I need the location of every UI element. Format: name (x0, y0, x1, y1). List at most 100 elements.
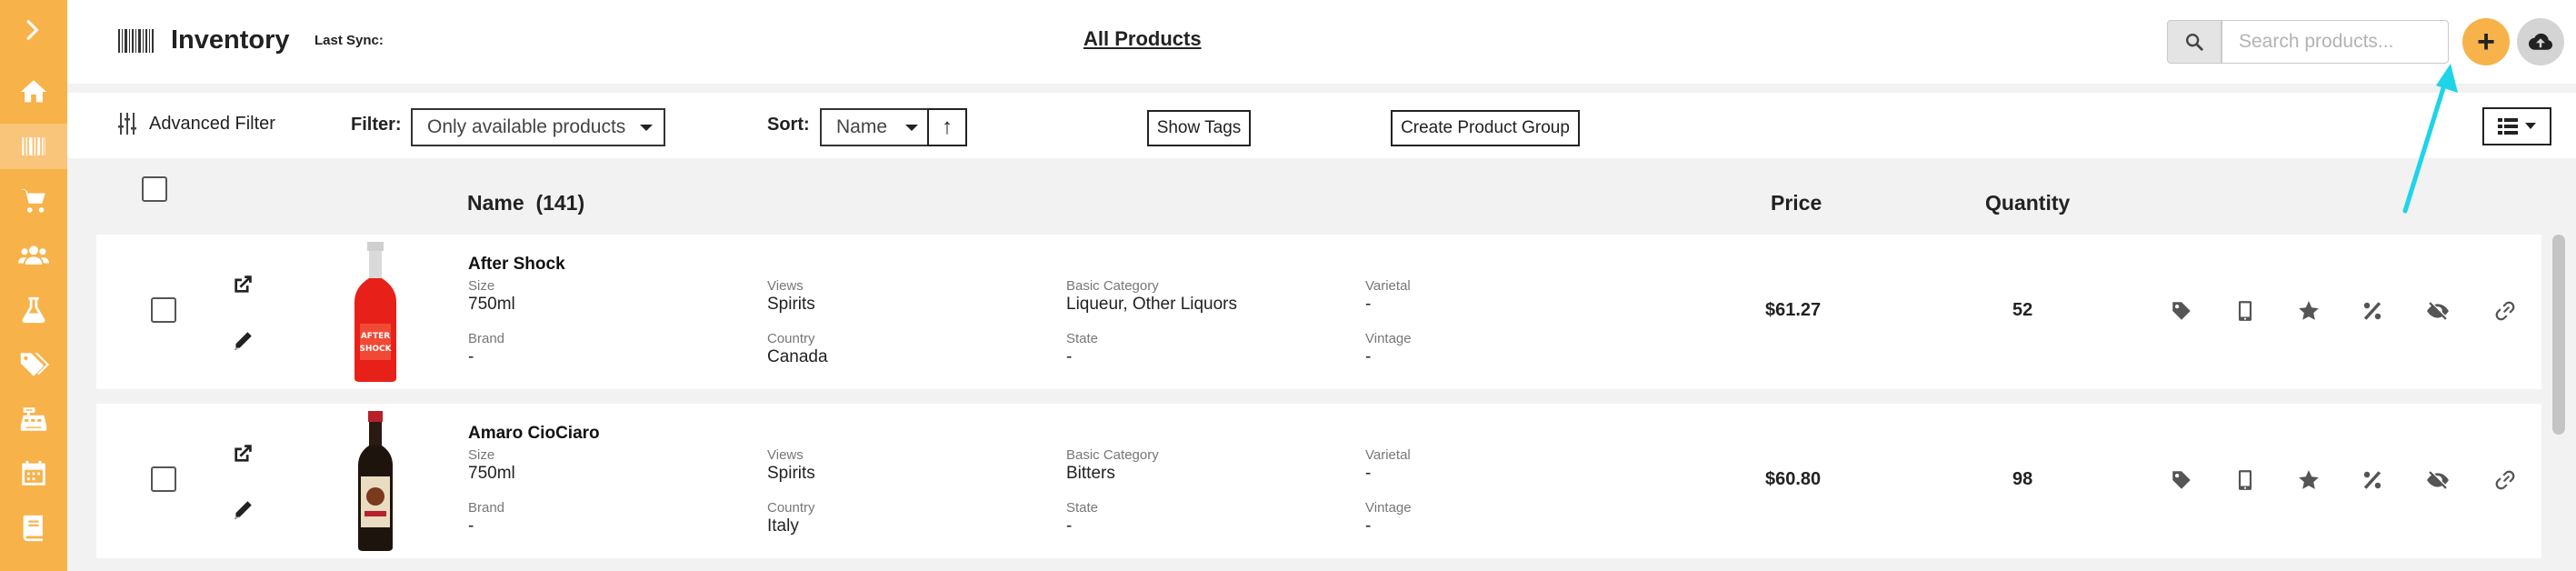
views-value: Spirits (767, 464, 815, 483)
tag-action-button[interactable] (2169, 467, 2194, 493)
column-name-label: Name (467, 191, 524, 215)
brand-label: Brand (468, 500, 505, 516)
sort-direction-button[interactable]: ↑ (927, 108, 967, 146)
filter-toolbar: Advanced Filter Filter: Only available p… (67, 93, 2576, 158)
tag-action-button[interactable] (2169, 298, 2194, 324)
basic-category-value: Liqueur, Other Liquors (1066, 295, 1238, 314)
hide-action-button[interactable] (2425, 467, 2451, 493)
link-icon (2495, 301, 2515, 321)
varietal-label: Varietal (1365, 447, 1411, 463)
star-action-button[interactable] (2296, 298, 2321, 324)
add-product-button[interactable]: + (2462, 18, 2510, 65)
select-all-checkbox[interactable] (142, 176, 167, 202)
size-value: 750ml (468, 295, 515, 314)
external-link-icon[interactable] (231, 273, 255, 296)
svg-text:SHOCK: SHOCK (359, 345, 392, 354)
discount-action-button[interactable] (2360, 298, 2385, 324)
users-icon (18, 245, 49, 265)
search-icon (2186, 34, 2203, 51)
varietal-label: Varietal (1365, 278, 1411, 294)
views-label: Views (767, 447, 804, 463)
search-button[interactable] (2167, 20, 2222, 64)
hide-action-button[interactable] (2425, 298, 2451, 324)
row-checkbox[interactable] (151, 297, 176, 323)
country-value: Canada (767, 347, 828, 366)
cart-icon (20, 189, 45, 213)
country-label: Country (767, 500, 815, 516)
pencil-icon[interactable] (231, 329, 255, 353)
mobile-icon (2238, 301, 2252, 321)
tag-icon (2172, 471, 2191, 489)
discount-action-button[interactable] (2360, 467, 2385, 493)
vintage-value: - (1365, 516, 1372, 536)
country-value: Italy (767, 516, 799, 536)
vintage-label: Vintage (1365, 500, 1412, 516)
tags-icon (20, 353, 49, 376)
external-link-icon[interactable] (231, 442, 255, 466)
mobile-action-button[interactable] (2232, 298, 2258, 324)
sidebar-item-inventory[interactable] (0, 124, 67, 169)
star-action-button[interactable] (2296, 467, 2321, 493)
table-row[interactable]: AFTER SHOCK After Shock Size 750ml Brand… (96, 235, 2541, 389)
product-name[interactable]: After Shock (468, 255, 565, 275)
pencil-icon[interactable] (231, 498, 255, 522)
brand-label: Brand (468, 331, 505, 346)
product-count: (141) (535, 191, 585, 215)
brand-value: - (468, 516, 474, 536)
sidebar-item-tags[interactable] (0, 342, 67, 387)
state-label: State (1066, 331, 1099, 346)
annotation-arrow (2402, 64, 2458, 214)
list-view-icon (2498, 118, 2518, 135)
mobile-action-button[interactable] (2232, 467, 2258, 493)
vintage-value: - (1365, 347, 1372, 366)
sidebar-item-calendar[interactable] (0, 451, 67, 496)
product-name[interactable]: Amaro CioCiaro (468, 424, 600, 444)
column-header-price[interactable]: Price (1771, 191, 1822, 215)
arrow-up-icon: ↑ (942, 115, 953, 139)
link-icon (2495, 470, 2515, 490)
barcode-icon (22, 137, 45, 155)
sidebar-item-home[interactable] (0, 69, 67, 115)
create-product-group-button[interactable]: Create Product Group (1391, 110, 1580, 146)
plus-icon: + (2477, 24, 2495, 59)
sort-select-value: Name (836, 116, 888, 137)
filter-select-value: Only available products (427, 116, 626, 137)
link-action-button[interactable] (2492, 298, 2518, 324)
all-products-link[interactable]: All Products (1083, 27, 1202, 51)
size-value: 750ml (468, 464, 515, 483)
advanced-filter-button[interactable]: Advanced Filter (118, 113, 275, 135)
show-tags-button[interactable]: Show Tags (1147, 110, 1251, 146)
cash-register-icon (20, 407, 47, 431)
sidebar-item-book[interactable] (0, 506, 67, 551)
table-header: Name (141) Price Quantity (96, 165, 2551, 233)
price-value: $61.27 (1765, 300, 1822, 320)
percent-icon (2363, 471, 2381, 489)
table-row[interactable]: Amaro CioCiaro Size 750ml Brand - Views … (96, 404, 2541, 558)
price-value: $60.80 (1765, 469, 1822, 489)
view-mode-dropdown[interactable] (2482, 107, 2551, 145)
filter-select[interactable]: Only available products (411, 108, 665, 146)
link-action-button[interactable] (2492, 467, 2518, 493)
vintage-label: Vintage (1365, 331, 1412, 346)
sidebar-toggle[interactable] (0, 7, 67, 53)
sidebar-item-lab[interactable] (0, 287, 67, 333)
sidebar-item-customers[interactable] (0, 233, 67, 278)
book-icon (23, 515, 43, 542)
row-checkbox[interactable] (151, 466, 176, 492)
scrollbar-thumb[interactable] (2552, 235, 2565, 435)
views-value: Spirits (767, 295, 815, 314)
sort-select[interactable]: Name (820, 108, 929, 146)
state-value: - (1066, 516, 1073, 536)
quantity-value: 52 (2012, 300, 2033, 320)
column-header-quantity[interactable]: Quantity (1985, 191, 2070, 215)
column-header-name[interactable]: Name (141) (467, 191, 584, 215)
caret-down-icon (2525, 123, 2536, 129)
quantity-value: 98 (2012, 469, 2033, 489)
basic-category-label: Basic Category (1066, 278, 1159, 294)
percent-icon (2363, 302, 2381, 320)
chevron-right-icon (26, 19, 39, 41)
sidebar-item-pos[interactable] (0, 396, 67, 442)
brand-value: - (468, 347, 474, 366)
cloud-upload-button[interactable] (2517, 18, 2564, 65)
sidebar-item-orders[interactable] (0, 178, 67, 224)
